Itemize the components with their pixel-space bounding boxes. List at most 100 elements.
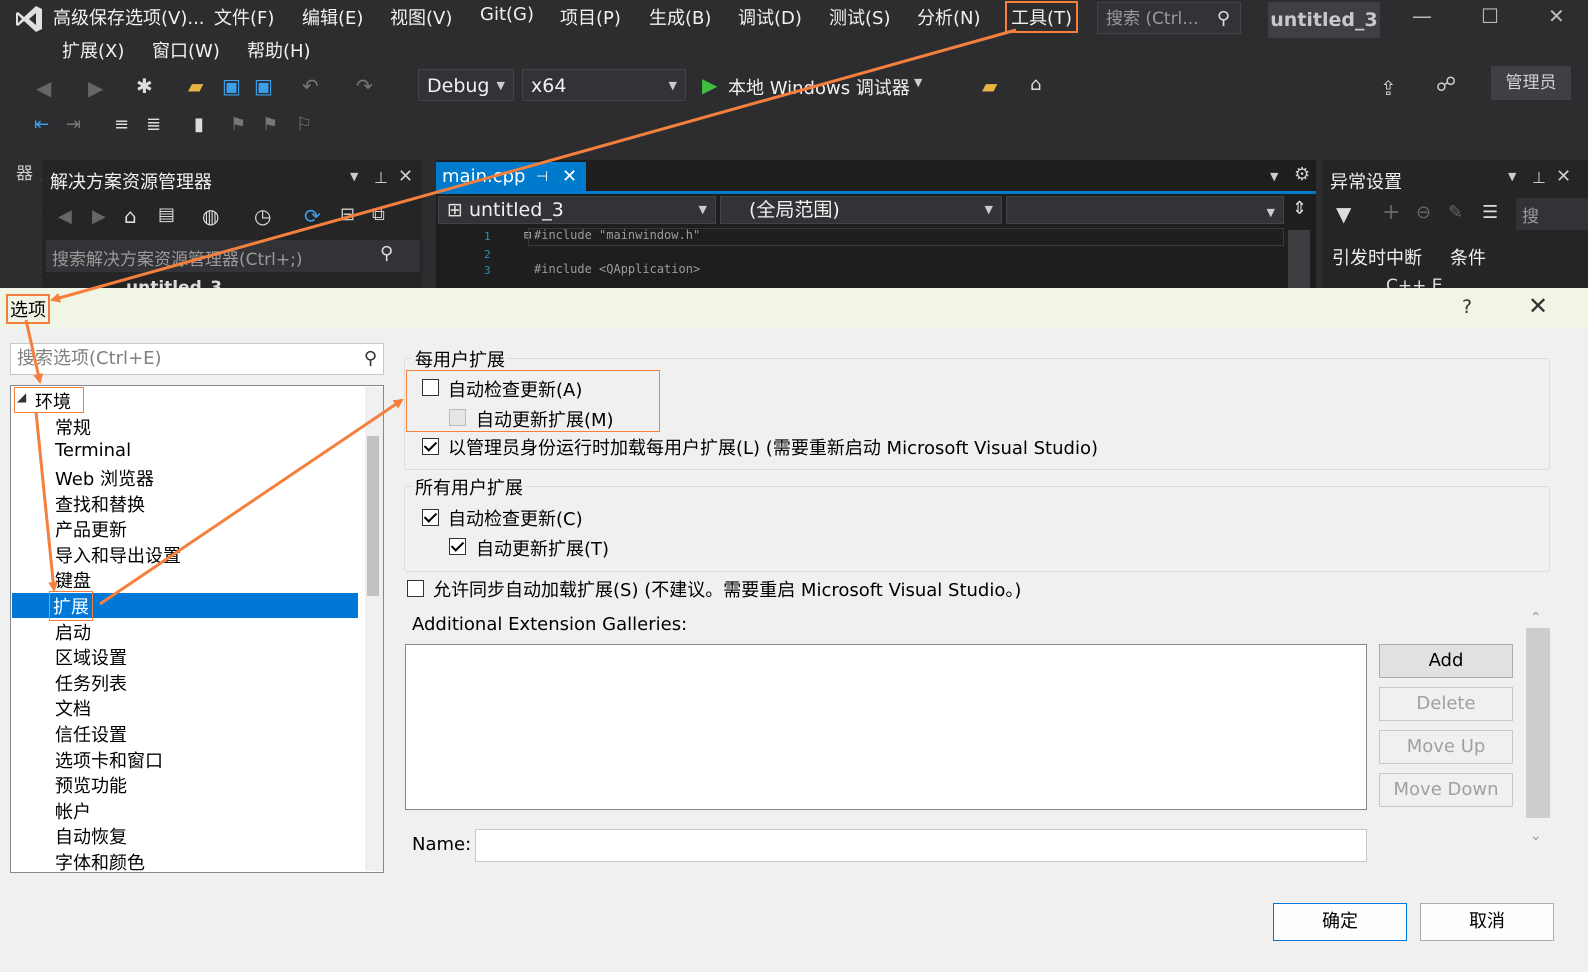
bookmark-icon[interactable]: ▮ [194, 114, 216, 136]
tree-item[interactable]: 自动恢复 [55, 823, 127, 849]
options-page-scrollbar-thumb[interactable] [1526, 628, 1550, 818]
close-tab-icon[interactable]: ✕ [562, 162, 577, 192]
options-page-scrollbar[interactable]: ⌃ ⌄ [1526, 610, 1550, 850]
filter-icon[interactable]: ▼ [1336, 202, 1351, 226]
platform-dropdown[interactable]: x64 ▼ [522, 69, 686, 101]
menu-project[interactable]: 项目(P) [560, 4, 621, 30]
move-down-button[interactable]: Move Down [1379, 773, 1513, 807]
share-icon[interactable]: ⇪ [1380, 76, 1402, 100]
auto-check-updates-checkbox[interactable] [422, 379, 439, 396]
clear-bookmarks-icon[interactable]: ⚐ [296, 114, 318, 136]
tree-item-extensions-selected[interactable]: 扩展 [49, 591, 93, 621]
config-dropdown[interactable]: Debug ▼ [418, 69, 514, 101]
minimize-icon[interactable]: — [1412, 4, 1432, 28]
show-all-files-icon[interactable]: ⧉ [372, 204, 385, 225]
server-explorer-tab[interactable]: 服务器资源管理器 [0, 160, 57, 290]
exception-search-input[interactable]: 搜 [1516, 198, 1588, 230]
cancel-button[interactable]: 取消 [1420, 903, 1554, 941]
window-layout-icon[interactable]: ⌂ [1030, 74, 1052, 96]
help-button[interactable]: ? [1462, 296, 1472, 318]
run-debugger-button[interactable]: 本地 Windows 调试器 [728, 74, 910, 100]
close-panel-icon[interactable]: ✕ [1556, 166, 1571, 187]
chevron-down-icon[interactable]: ▼ [1270, 170, 1278, 183]
menu-analyze[interactable]: 分析(N) [917, 4, 981, 30]
tree-item[interactable]: 帐户 [55, 798, 91, 824]
menu-tools[interactable]: 工具(T) [1004, 1, 1079, 33]
forward-icon[interactable]: ▶ [92, 206, 106, 227]
pin-icon[interactable]: ⊥ [1532, 168, 1546, 187]
expand-triangle-icon[interactable]: ◢ [17, 390, 26, 404]
open-folder-icon[interactable]: ▰ [188, 74, 210, 98]
window-close-icon[interactable]: ✕ [1548, 4, 1565, 28]
indent-icon[interactable]: ⇤ [34, 114, 56, 136]
save-icon[interactable]: ▣ [222, 74, 244, 98]
maximize-icon[interactable]: ☐ [1481, 4, 1499, 28]
scroll-up-icon[interactable]: ⌃ [1530, 610, 1542, 626]
tree-item[interactable]: 预览功能 [55, 772, 127, 798]
column-conditions[interactable]: 条件 [1450, 244, 1486, 270]
menu-help[interactable]: 帮助(H) [247, 37, 311, 63]
tree-item[interactable]: 选项卡和窗口 [55, 747, 163, 773]
ok-button[interactable]: 确定 [1273, 903, 1407, 941]
tab-main-cpp[interactable]: main.cpp ⊣ ✕ [436, 162, 586, 192]
options-tree[interactable]: ◢ 环境 常规 Terminal Web 浏览器 查找和替换 产品更新 导入和导… [10, 385, 384, 873]
pending-changes-icon[interactable]: ◷ [254, 204, 271, 228]
find-in-files-icon[interactable]: ▰ [982, 74, 1004, 98]
pin-icon[interactable]: ⊥ [374, 168, 388, 187]
undo-icon[interactable]: ↶ [302, 74, 324, 98]
move-up-button[interactable]: Move Up [1379, 730, 1513, 764]
load-per-user-admin-checkbox[interactable] [422, 438, 439, 455]
home-icon[interactable]: ⌂ [124, 204, 137, 228]
project-nav-dropdown[interactable]: ⊞ untitled_3 ▼ [438, 196, 716, 224]
menu-debug[interactable]: 调试(D) [738, 4, 802, 30]
sync-autoload-checkbox[interactable] [407, 580, 424, 597]
switch-views-icon[interactable]: ▤ [158, 204, 175, 225]
global-search-input[interactable]: 搜索 (Ctrl... ⚲ [1097, 2, 1241, 34]
dialog-close-button[interactable]: ✕ [1528, 292, 1548, 320]
pin-icon[interactable]: ⊣ [536, 162, 548, 192]
back-icon[interactable]: ◀ [36, 76, 58, 100]
add-icon[interactable]: + [1382, 200, 1400, 225]
tree-item[interactable]: 任务列表 [55, 670, 127, 696]
tree-root-environment[interactable]: 环境 [35, 388, 71, 414]
edit-icon[interactable]: ✎ [1448, 202, 1463, 223]
menu-git[interactable]: Git(G) [480, 4, 534, 25]
forward-icon[interactable]: ▶ [88, 76, 110, 100]
column-break-when-thrown[interactable]: 引发时中断 [1332, 244, 1422, 270]
tree-item[interactable]: 启动 [55, 619, 91, 645]
outdent-icon[interactable]: ⇥ [66, 114, 88, 136]
close-panel-icon[interactable]: ✕ [398, 166, 413, 187]
code-area[interactable]: 1 2 3 ⊟ #include "mainwindow.h" #include… [436, 226, 1316, 288]
menu-advanced-save[interactable]: 高级保存选项(V)... [53, 4, 205, 30]
tree-item[interactable]: 区域设置 [55, 644, 127, 670]
globe-icon[interactable]: ◍ [202, 204, 219, 228]
all-auto-check-updates-checkbox[interactable] [422, 509, 439, 526]
auto-update-extensions-checkbox[interactable] [449, 409, 466, 426]
menu-window[interactable]: 窗口(W) [152, 37, 220, 63]
chevron-down-icon[interactable]: ▼ [1508, 170, 1516, 183]
comment-icon[interactable]: ≡ [114, 114, 136, 136]
back-icon[interactable]: ◀ [58, 206, 72, 227]
sync-icon[interactable]: ⟳ [304, 204, 321, 228]
tree-scrollbar-thumb[interactable] [367, 436, 379, 596]
delete-gallery-button[interactable]: Delete [1379, 687, 1513, 721]
tree-item[interactable]: 产品更新 [55, 516, 127, 542]
split-icon[interactable]: ⇕ [1292, 198, 1307, 219]
tree-item[interactable]: 字体和颜色 [55, 849, 145, 872]
next-bookmark-icon[interactable]: ⚑ [262, 114, 284, 136]
tree-item[interactable]: 文档 [55, 695, 91, 721]
tree-item[interactable]: 键盘 [55, 567, 91, 593]
all-auto-update-extensions-checkbox[interactable] [449, 538, 466, 555]
chevron-down-icon[interactable]: ▼ [350, 170, 358, 183]
tree-item[interactable]: Terminal [55, 440, 131, 461]
menu-view[interactable]: 视图(V) [390, 4, 452, 30]
menu-edit[interactable]: 编辑(E) [302, 4, 363, 30]
galleries-listbox[interactable] [405, 644, 1367, 810]
member-nav-dropdown[interactable]: ▼ [1006, 196, 1284, 224]
gear-icon[interactable]: ⚙ [1294, 164, 1310, 185]
play-icon[interactable]: ▶ [702, 73, 717, 97]
list-icon[interactable]: ☰ [1482, 202, 1498, 223]
prev-bookmark-icon[interactable]: ⚑ [230, 114, 252, 136]
solution-search-input[interactable]: 搜索解决方案资源管理器(Ctrl+;) ⚲ [46, 240, 420, 272]
scroll-down-icon[interactable]: ⌄ [1530, 828, 1542, 844]
